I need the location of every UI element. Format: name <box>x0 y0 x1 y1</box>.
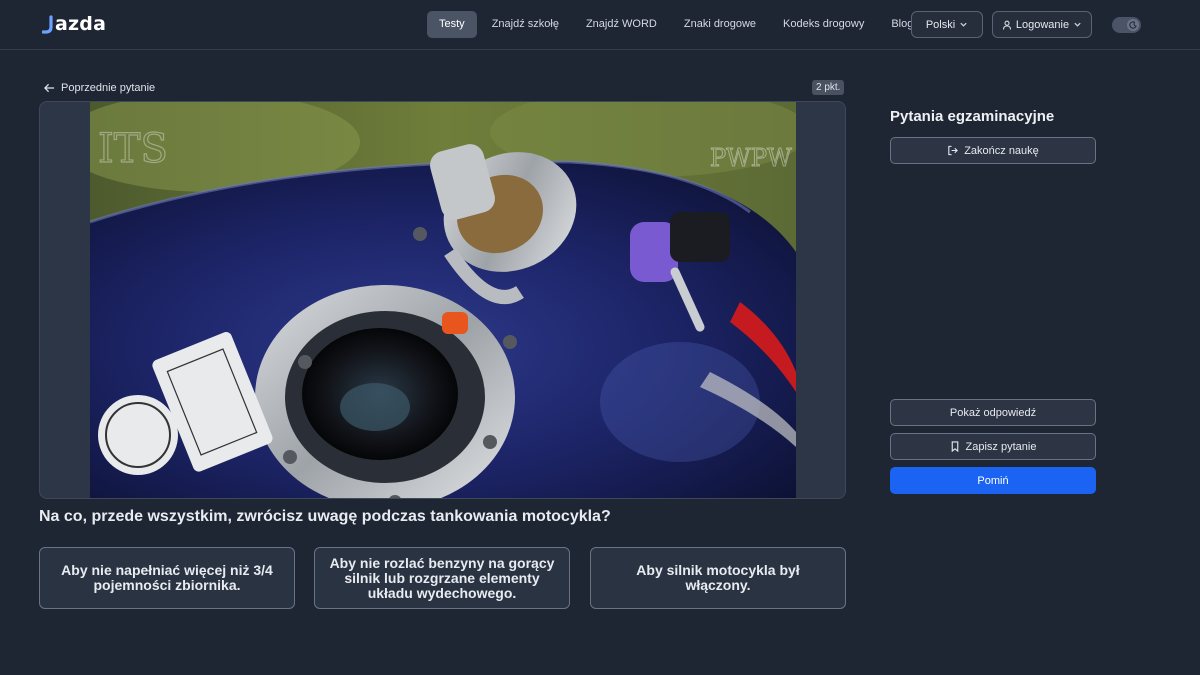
previous-question-label: Poprzednie pytanie <box>61 82 156 94</box>
main-nav: Testy Znajdź szkołę Znajdź WORD Znaki dr… <box>427 11 925 38</box>
finish-learning-label: Zakończ naukę <box>964 144 1039 157</box>
nav-find-school[interactable]: Znajdź szkołę <box>480 11 571 38</box>
language-label: Polski <box>925 18 956 31</box>
watermark-left: ITS <box>98 126 168 172</box>
language-select[interactable]: Polski <box>911 11 983 38</box>
nav-find-word[interactable]: Znajdź WORD <box>574 11 669 38</box>
sidebar-title: Pytania egzaminacyjne <box>890 108 1055 125</box>
save-question-button[interactable]: Zapisz pytanie <box>890 433 1096 460</box>
question-photo: ITS PWPW <box>90 102 796 498</box>
login-label: Logowanie <box>1015 18 1070 31</box>
question-image-frame: ITS PWPW <box>39 101 846 499</box>
question-text: Na co, przede wszystkim, zwrócisz uwagę … <box>39 508 611 525</box>
chevron-down-icon <box>960 22 967 27</box>
theme-toggle[interactable] <box>1112 17 1141 33</box>
logo-text: azda <box>55 13 107 35</box>
arrow-left-icon <box>44 83 55 93</box>
user-icon <box>1002 20 1011 30</box>
skip-button[interactable]: Pomiń <box>890 467 1096 494</box>
show-answer-label: Pokaż odpowiedź <box>949 406 1037 419</box>
logo-j-icon <box>42 15 53 34</box>
answer-option-2[interactable]: Aby nie rozlać benzyny na gorący silnik … <box>314 547 570 609</box>
chevron-down-icon <box>1074 22 1081 27</box>
answer-option-3[interactable]: Aby silnik motocykla był włączony. <box>590 547 846 609</box>
watermark-right: PWPW <box>710 144 792 172</box>
moon-icon <box>1129 21 1137 29</box>
login-button[interactable]: Logowanie <box>992 11 1092 38</box>
show-answer-button[interactable]: Pokaż odpowiedź <box>890 399 1096 426</box>
points-badge: 2 pkt. <box>812 80 845 95</box>
nav-traffic-code[interactable]: Kodeks drogowy <box>771 11 876 38</box>
exit-icon <box>948 145 959 156</box>
skip-label: Pomiń <box>977 474 1009 487</box>
logo[interactable]: azda <box>42 12 106 36</box>
finish-learning-button[interactable]: Zakończ naukę <box>890 137 1096 164</box>
top-navbar: azda Testy Znajdź szkołę Znajdź WORD Zna… <box>0 0 1200 50</box>
answer-option-1[interactable]: Aby nie napełniać więcej niż 3/4 pojemno… <box>39 547 295 609</box>
toggle-knob <box>1127 19 1139 31</box>
save-question-label: Zapisz pytanie <box>965 440 1037 453</box>
nav-tests[interactable]: Testy <box>427 11 477 38</box>
previous-question-link[interactable]: Poprzednie pytanie <box>44 80 155 96</box>
nav-road-signs[interactable]: Znaki drogowe <box>672 11 768 38</box>
bookmark-icon <box>951 441 958 452</box>
